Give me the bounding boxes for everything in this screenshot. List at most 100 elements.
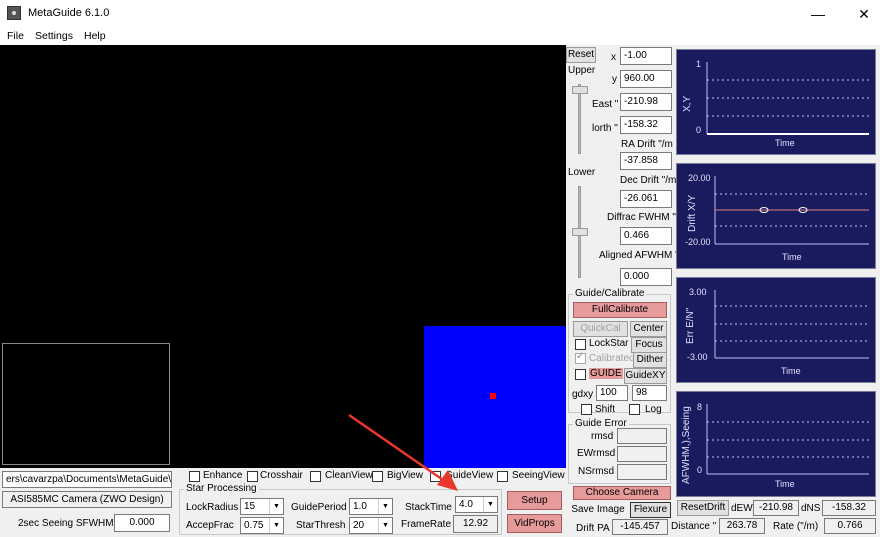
distance-value: 263.78	[719, 518, 765, 534]
flexure-button[interactable]: Flexure	[630, 502, 671, 518]
lockradius-value: 15	[244, 501, 256, 512]
crosshair-label: Crosshair	[260, 470, 303, 481]
ra-drift-label: RA Drift "/m	[621, 139, 673, 150]
stacktime-value: 4.0	[459, 499, 473, 510]
chart-xy: 1 0 Time X,Y	[676, 49, 876, 155]
full-calibrate-button[interactable]: FullCalibrate	[573, 302, 667, 318]
chevron-down-icon: ▼	[378, 518, 392, 533]
chart-xy-ylabel: X,Y	[682, 95, 693, 112]
menu-help[interactable]: Help	[84, 30, 106, 42]
dec-drift-value: -26.061	[620, 190, 672, 208]
seeingview-checkbox[interactable]	[497, 471, 508, 482]
drift-pa-label: Drift PA	[576, 523, 610, 534]
chart-drift-tick-top: 20.00	[688, 173, 711, 183]
diffrac-value: 0.466	[620, 227, 672, 245]
stacktime-label: StackTime	[405, 502, 452, 513]
aligned-value: 0.000	[620, 268, 672, 286]
lower-slider-thumb[interactable]	[572, 228, 588, 236]
close-button[interactable]: ✕	[841, 0, 880, 28]
dew-label: dEW	[731, 503, 753, 514]
guideperiod-value: 1.0	[353, 501, 367, 512]
framerate-value: 12.92	[453, 515, 498, 533]
chevron-down-icon: ▼	[378, 499, 392, 514]
aligned-label: Aligned AFWHM "	[599, 250, 679, 261]
ra-drift-value: -37.858	[620, 152, 672, 170]
reset-button[interactable]: Reset	[566, 47, 596, 63]
framerate-label: FrameRate	[401, 519, 452, 530]
seeingview-label: SeeingView	[512, 470, 565, 481]
north-label: lorth "	[592, 123, 618, 134]
log-label: Log	[645, 404, 662, 415]
menu-bar	[0, 28, 880, 45]
x-label: x	[611, 52, 616, 63]
y-label: y	[612, 74, 617, 85]
chart-error: 3.00 -3.00 Time Err E/N"	[676, 277, 876, 383]
distance-label: Distance "	[671, 521, 717, 532]
setup-button[interactable]: Setup	[507, 491, 562, 510]
rmsd-value	[617, 428, 667, 444]
reset-drift-button[interactable]: ResetDrift	[677, 500, 729, 516]
seeing-label: 2sec Seeing SFWHM"	[18, 518, 118, 529]
chart-seeing-tick-bottom: 0	[697, 465, 703, 475]
chevron-down-icon: ▼	[483, 497, 497, 512]
chevron-down-icon: ▼	[269, 518, 283, 533]
dec-drift-label: Dec Drift "/m	[620, 175, 677, 186]
quickcal-button[interactable]: QuickCal	[573, 321, 628, 337]
chart-xy-tick-top: 1	[696, 59, 702, 69]
title-bar	[0, 0, 880, 28]
focus-button[interactable]: Focus	[631, 337, 667, 353]
dns-label: dNS	[801, 503, 821, 514]
stacktime-select[interactable]: 4.0 ▼	[455, 496, 498, 513]
log-checkbox[interactable]	[629, 404, 640, 415]
chart-drift-xlabel: Time	[782, 252, 802, 262]
crosshair-checkbox[interactable]	[247, 471, 258, 482]
ewrmsd-label: EWrmsd	[577, 448, 616, 459]
lockstar-checkbox[interactable]	[575, 339, 586, 350]
y-value: 960.00	[620, 70, 672, 88]
lockstar-label: LockStar	[589, 338, 629, 349]
menu-settings[interactable]: Settings	[35, 30, 73, 42]
nsrmsd-label: NSrmsd	[578, 466, 615, 477]
lockradius-select[interactable]: 15 ▼	[240, 498, 284, 515]
x-value: -1.00	[620, 47, 672, 65]
maximize-button[interactable]	[796, 0, 842, 28]
upper-slider-track[interactable]	[578, 84, 581, 154]
bigview-label: BigView	[387, 470, 423, 481]
choose-camera-button[interactable]: Choose Camera	[573, 486, 671, 500]
guideperiod-label: GuidePeriod	[291, 502, 347, 513]
save-image-button[interactable]: Save Image	[568, 502, 628, 518]
shift-label: Shift	[595, 404, 616, 415]
calibrated-label: Calibrated	[589, 353, 635, 364]
vidprops-button[interactable]: VidProps	[507, 514, 562, 533]
guidexy-button[interactable]: GuideXY	[624, 368, 667, 384]
chart-error-plot	[714, 290, 869, 359]
chart-seeing-tick-top: 8	[697, 402, 703, 412]
lower-label: Lower	[568, 167, 596, 178]
nsrmsd-value	[617, 464, 667, 480]
east-label: East "	[592, 99, 619, 110]
app-icon	[7, 6, 21, 20]
guide-label[interactable]: GUIDE	[589, 368, 623, 379]
dither-button[interactable]: Dither	[633, 352, 667, 368]
cleanview-checkbox[interactable]	[310, 471, 321, 482]
accepfrac-select[interactable]: 0.75 ▼	[240, 517, 284, 534]
chart-drift-ylabel: Drift X/Y	[687, 194, 698, 232]
shift-checkbox[interactable]	[581, 404, 592, 415]
enhance-checkbox[interactable]	[189, 471, 200, 482]
rate-value: 0.766	[824, 518, 876, 534]
guideview-checkbox[interactable]	[430, 471, 441, 482]
path-field[interactable]: ers\cavarzpa\Documents\MetaGuide\C2	[2, 471, 172, 488]
starthresh-select[interactable]: 20 ▼	[349, 517, 393, 534]
camera-name: ASI585MC Camera (ZWO Design)	[2, 491, 172, 508]
menu-file[interactable]: File	[7, 30, 24, 42]
guideperiod-select[interactable]: 1.0 ▼	[349, 498, 393, 515]
chart-xy-xlabel: Time	[775, 138, 795, 148]
center-button[interactable]: Center	[630, 321, 667, 337]
gdxy-x-field[interactable]: 100	[596, 385, 628, 401]
upper-slider-thumb[interactable]	[572, 86, 588, 94]
thumbnail-view	[2, 343, 170, 465]
bigview-checkbox[interactable]	[372, 471, 383, 482]
gdxy-y-field[interactable]: 98	[632, 385, 667, 401]
guide-checkbox[interactable]	[575, 369, 586, 380]
chart-seeing: 8 0 Time AFWHM,),Seeing	[676, 391, 876, 497]
